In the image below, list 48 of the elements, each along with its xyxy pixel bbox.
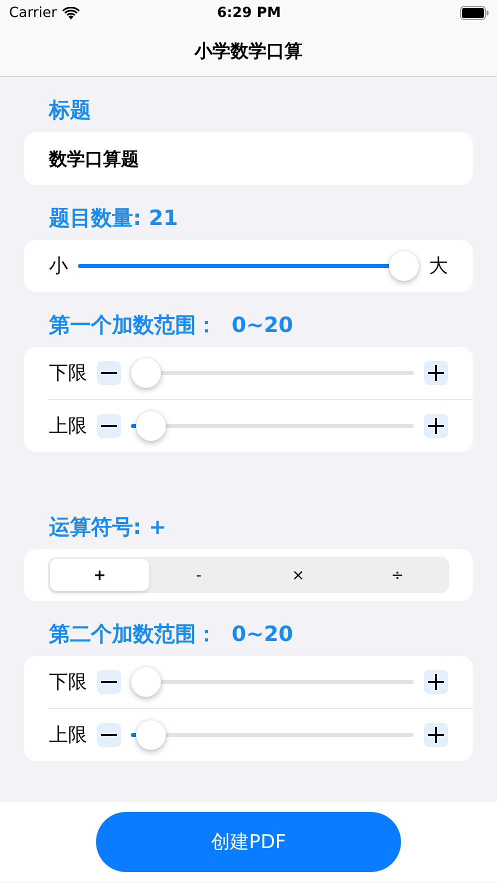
- wifi-icon: [62, 6, 80, 20]
- slider[interactable]: [131, 667, 414, 697]
- plus-button[interactable]: [424, 414, 448, 438]
- section-header: 第一个加数范围： 0~20: [49, 312, 294, 339]
- minus-icon: [101, 681, 117, 683]
- minus-icon: [101, 734, 117, 736]
- section-header: 第二个加数范围： 0~20: [49, 621, 294, 648]
- segment-option[interactable]: ×: [248, 559, 348, 591]
- row-label: 上限: [49, 723, 87, 748]
- slider[interactable]: [131, 358, 414, 388]
- nav-title: 小学数学口算: [194, 40, 302, 63]
- slider-thumb[interactable]: [131, 667, 161, 697]
- segment-option[interactable]: ÷: [348, 559, 447, 591]
- slider-thumb[interactable]: [389, 251, 419, 281]
- plus-icon: [428, 418, 444, 434]
- minus-button[interactable]: [97, 414, 121, 438]
- create-pdf-button[interactable]: 创建PDF: [96, 812, 401, 872]
- section-header: 题目数量: 21: [49, 205, 178, 232]
- segment-option[interactable]: +: [50, 559, 150, 591]
- plus-button[interactable]: [424, 723, 448, 747]
- row-label: 下限: [49, 670, 87, 695]
- title-field[interactable]: 数学口算题: [24, 132, 473, 185]
- plus-icon: [428, 674, 444, 690]
- carrier-label: Carrier: [9, 5, 57, 21]
- slider[interactable]: [131, 720, 414, 750]
- slider-thumb[interactable]: [131, 358, 161, 388]
- plus-icon: [428, 365, 444, 381]
- section-header: 标题: [49, 97, 91, 124]
- min-label: 小: [49, 254, 68, 279]
- minus-icon: [101, 372, 117, 374]
- plus-button[interactable]: [424, 670, 448, 694]
- plus-icon: [428, 727, 444, 743]
- slider[interactable]: [131, 411, 414, 441]
- minus-button[interactable]: [97, 723, 121, 747]
- minus-icon: [101, 425, 117, 427]
- slider-thumb[interactable]: [136, 411, 166, 441]
- plus-button[interactable]: [424, 361, 448, 385]
- slider-thumb[interactable]: [136, 720, 166, 750]
- status-time: 6:29 PM: [217, 5, 281, 21]
- max-label: 大: [429, 254, 448, 279]
- battery-icon: [460, 6, 489, 20]
- slider[interactable]: [78, 251, 419, 281]
- row-label: 下限: [49, 361, 87, 386]
- section-header: 运算符号: +: [49, 514, 166, 541]
- minus-button[interactable]: [97, 361, 121, 385]
- segment-option[interactable]: -: [149, 559, 248, 591]
- minus-button[interactable]: [97, 670, 121, 694]
- row-label: 上限: [49, 414, 87, 439]
